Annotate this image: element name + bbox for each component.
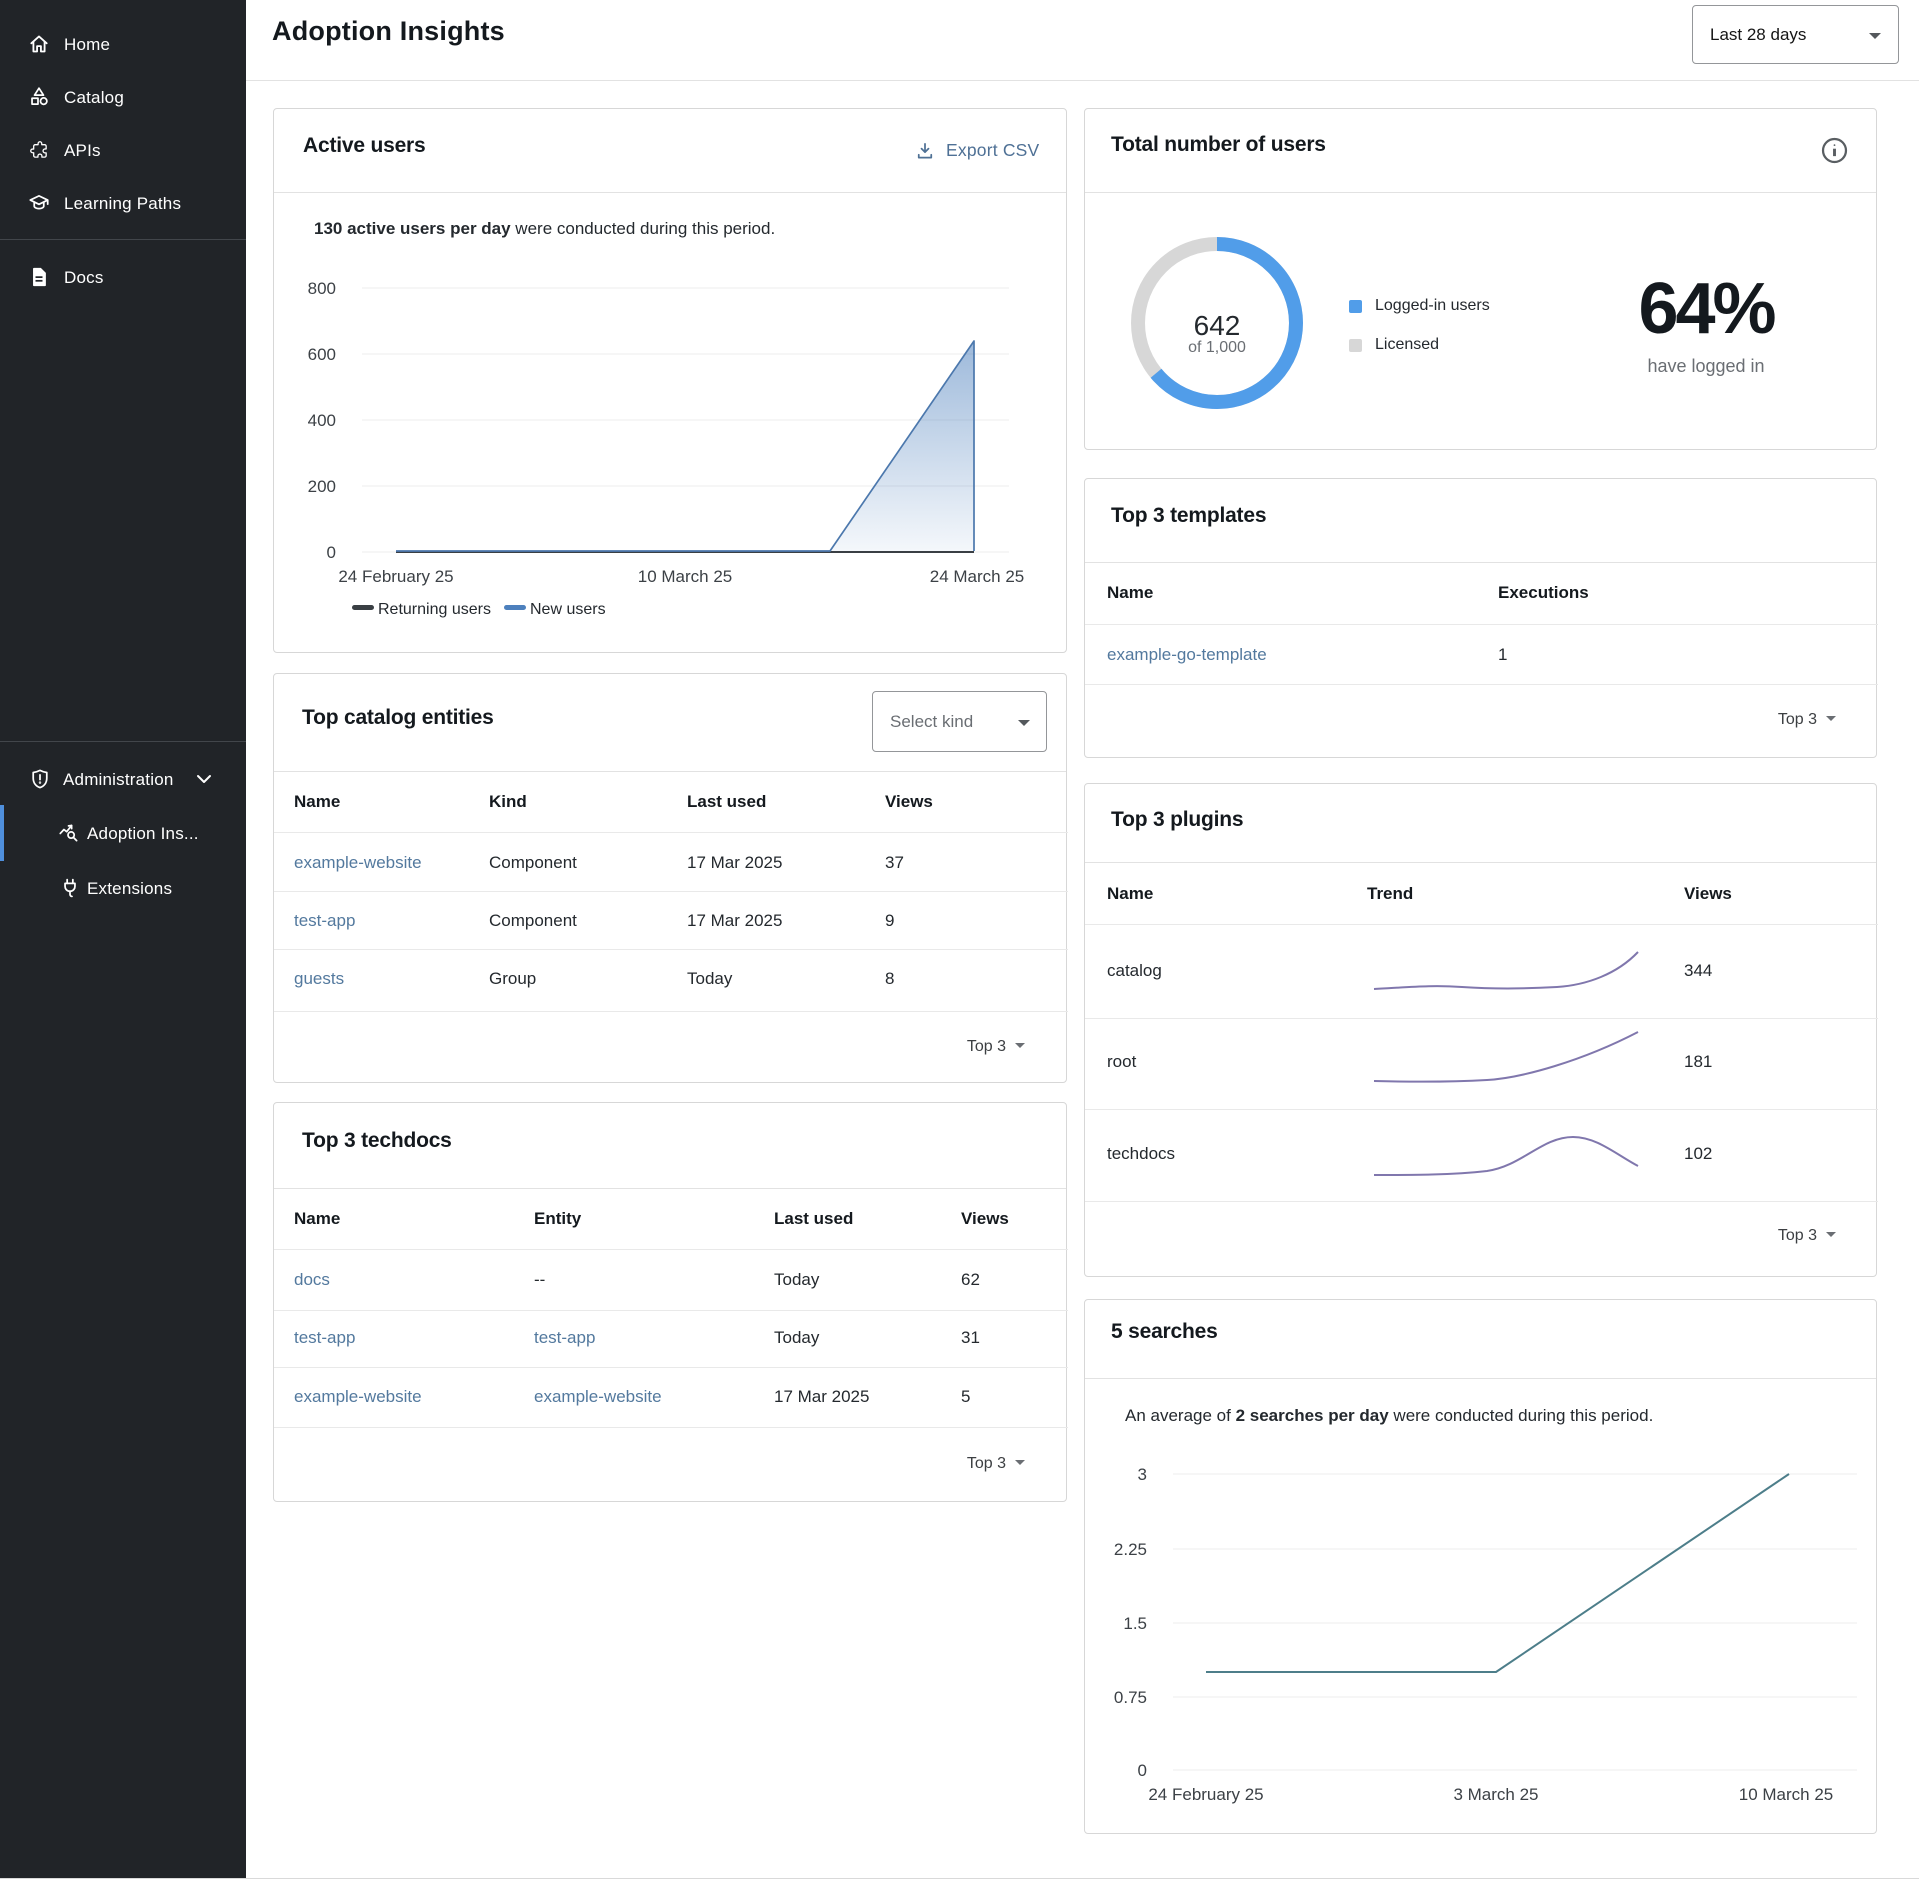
svg-text:0.75: 0.75 [1114,1688,1147,1707]
svg-text:400: 400 [308,411,336,430]
svg-text:0: 0 [327,543,336,562]
svg-text:2.25: 2.25 [1114,1540,1147,1559]
svg-text:24 March 25: 24 March 25 [930,567,1025,586]
svg-text:3: 3 [1138,1465,1147,1484]
svg-text:600: 600 [308,345,336,364]
svg-text:10 March 25: 10 March 25 [1739,1785,1834,1804]
svg-text:3 March 25: 3 March 25 [1453,1785,1538,1804]
svg-text:800: 800 [308,279,336,298]
svg-text:Returning users: Returning users [378,601,491,618]
svg-text:1.5: 1.5 [1123,1614,1147,1633]
svg-text:200: 200 [308,477,336,496]
svg-text:24 February 25: 24 February 25 [338,567,453,586]
svg-text:0: 0 [1138,1761,1147,1780]
svg-text:New users: New users [530,601,606,618]
svg-text:24 February 25: 24 February 25 [1148,1785,1263,1804]
svg-text:10 March 25: 10 March 25 [638,567,733,586]
